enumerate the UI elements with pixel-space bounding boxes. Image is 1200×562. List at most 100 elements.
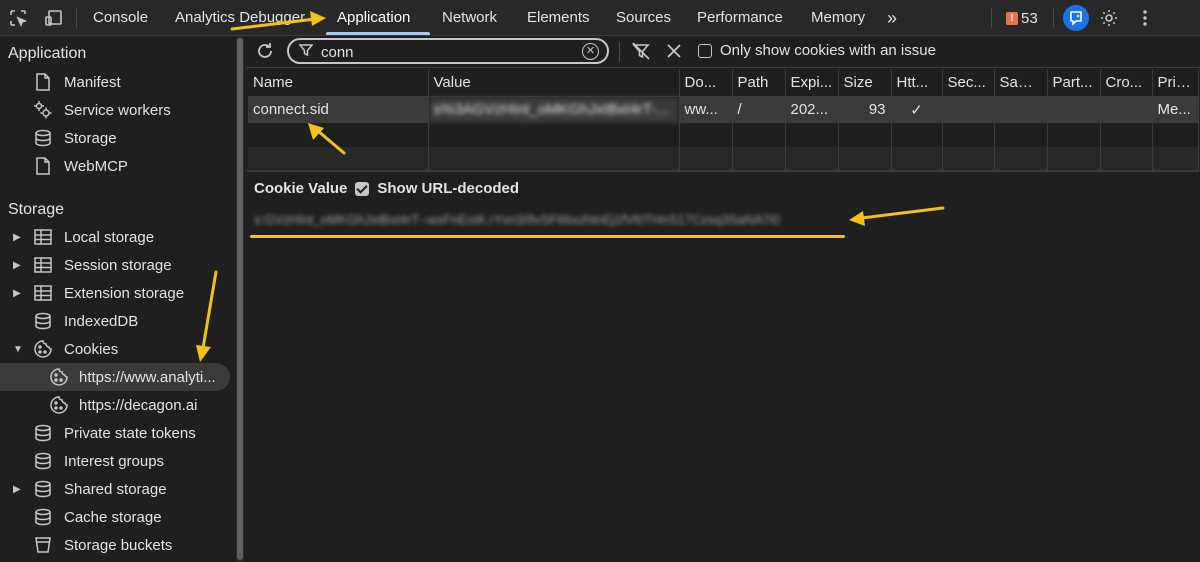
- sidebar-item-cookie-analytics[interactable]: https://www.analyti...: [0, 363, 236, 391]
- sidebar-item-shared-storage[interactable]: ▶ Shared storage: [0, 475, 236, 503]
- sidebar-item-cookies[interactable]: ▼ Cookies: [0, 335, 236, 363]
- column-header-httponly[interactable]: Htt...: [891, 69, 943, 97]
- expand-triangle-icon[interactable]: ▶: [13, 288, 21, 299]
- annotation-underline: [250, 235, 845, 238]
- table-header-row: Name Value Do... Path Expi... Size Htt..…: [248, 69, 1199, 97]
- table-row[interactable]: connect.sid s%3AGVzHInt_oMKGhJxtBxt4rT-.…: [248, 96, 1199, 123]
- tab-performance[interactable]: Performance: [697, 0, 783, 36]
- clear-filter-icon[interactable]: ✕: [582, 43, 599, 60]
- tab-console[interactable]: Console: [93, 0, 148, 36]
- sidebar-item-label: https://decagon.ai: [79, 396, 198, 414]
- only-issues-checkbox-row[interactable]: Only show cookies with an issue: [698, 42, 936, 59]
- sidebar-item-local-storage[interactable]: ▶ Local storage: [0, 223, 236, 251]
- column-header-name[interactable]: Name: [248, 69, 429, 97]
- refresh-icon[interactable]: [253, 39, 277, 63]
- column-header-priority[interactable]: Prio...: [1152, 69, 1199, 97]
- column-header-partition[interactable]: Part...: [1047, 69, 1101, 97]
- devtools-tab-bar: Console Analytics Debugger Application N…: [0, 0, 1200, 36]
- sidebar-item-label: Extension storage: [64, 284, 185, 302]
- active-tab-indicator: [326, 32, 430, 35]
- sidebar-item-manifest[interactable]: Manifest: [0, 68, 236, 96]
- sidebar-item-service-workers[interactable]: Service workers: [0, 96, 236, 124]
- sidebar-item-cookie-decagon[interactable]: https://decagon.ai: [0, 391, 236, 419]
- column-header-secure[interactable]: Sec...: [942, 69, 995, 97]
- cell-cross-site: [1100, 96, 1153, 123]
- gears-icon: [33, 100, 53, 120]
- cell-path: /: [732, 96, 786, 123]
- issues-count: 53: [1021, 9, 1038, 27]
- column-header-size[interactable]: Size: [838, 69, 892, 97]
- column-header-domain[interactable]: Do...: [679, 69, 733, 97]
- cell-partition: [1047, 96, 1101, 123]
- sidebar-scrollbar[interactable]: [236, 36, 244, 562]
- settings-gear-icon[interactable]: [1097, 6, 1121, 30]
- cell-samesite: [994, 96, 1048, 123]
- sidebar-item-session-storage[interactable]: ▶ Session storage: [0, 251, 236, 279]
- more-options-icon[interactable]: [1133, 6, 1157, 30]
- tab-application[interactable]: Application: [337, 0, 410, 36]
- cell-size: 93: [838, 96, 892, 123]
- cookie-icon: [33, 339, 53, 359]
- tab-network[interactable]: Network: [442, 0, 497, 36]
- sidebar-item-storage-buckets[interactable]: Storage buckets: [0, 531, 236, 559]
- cell-expires: 202...: [785, 96, 839, 123]
- scrollbar-thumb[interactable]: [237, 38, 243, 560]
- cookies-panel: ✕ Only show cookies with an issue Name V…: [246, 36, 1200, 562]
- sidebar-item-private-state-tokens[interactable]: Private state tokens: [0, 419, 236, 447]
- tab-sources[interactable]: Sources: [616, 0, 671, 36]
- cookies-table: Name Value Do... Path Expi... Size Htt..…: [248, 69, 1199, 172]
- database-icon: [33, 128, 53, 148]
- cookie-value-divider: [246, 170, 1200, 171]
- only-issues-checkbox[interactable]: [698, 43, 712, 58]
- column-header-expires[interactable]: Expi...: [785, 69, 839, 97]
- expand-triangle-icon[interactable]: ▶: [13, 484, 21, 495]
- inspect-element-icon[interactable]: [6, 6, 30, 30]
- filter-funnel-icon: [298, 43, 314, 61]
- document-icon: [33, 156, 53, 176]
- cookie-value-title: Cookie Value: [254, 180, 348, 197]
- show-url-decoded-label: Show URL-decoded: [377, 180, 520, 197]
- cookie-value-text[interactable]: s:GVzHInt_oMKGhJxtBxt4rT--wxFnEoiK.rYxn3…: [254, 212, 780, 227]
- sidebar-item-indexeddb[interactable]: IndexedDB: [0, 307, 236, 335]
- document-icon: [33, 72, 53, 92]
- clear-filtered-cookies-icon[interactable]: [629, 39, 653, 63]
- column-header-cross-site[interactable]: Cro...: [1100, 69, 1153, 97]
- sidebar-item-webmcp[interactable]: WebMCP: [0, 152, 236, 180]
- database-icon: [33, 451, 53, 471]
- sidebar-item-label: Service workers: [64, 101, 171, 119]
- only-issues-label: Only show cookies with an issue: [720, 42, 936, 59]
- show-url-decoded-checkbox[interactable]: [355, 181, 370, 196]
- tab-analytics-debugger[interactable]: Analytics Debugger: [175, 0, 305, 36]
- database-icon: [33, 507, 53, 527]
- sidebar-item-label: Session storage: [64, 256, 172, 274]
- sidebar-item-extension-storage[interactable]: ▶ Extension storage: [0, 279, 236, 307]
- delete-all-cookies-icon[interactable]: [662, 39, 686, 63]
- bucket-icon: [33, 535, 53, 555]
- sidebar-item-interest-groups[interactable]: Interest groups: [0, 447, 236, 475]
- table-grid-icon: [33, 227, 53, 247]
- more-tabs-icon[interactable]: »: [887, 0, 897, 36]
- ai-assistance-icon[interactable]: [1063, 5, 1089, 31]
- filter-input[interactable]: [321, 42, 571, 62]
- sidebar-item-label: Local storage: [64, 228, 155, 246]
- expand-triangle-icon[interactable]: ▶: [13, 232, 21, 243]
- cookie-icon: [49, 367, 69, 387]
- sidebar-item-storage[interactable]: Storage: [0, 124, 236, 152]
- filter-box[interactable]: ✕: [287, 38, 609, 64]
- sidebar-item-label: Cache storage: [64, 508, 162, 526]
- issues-badge[interactable]: ! 53: [1006, 8, 1038, 28]
- column-header-path[interactable]: Path: [732, 69, 786, 97]
- cell-httponly: ✓: [891, 96, 943, 123]
- sidebar-item-label: Shared storage: [64, 480, 167, 498]
- column-header-samesite[interactable]: Sam...: [994, 69, 1048, 97]
- tab-memory[interactable]: Memory: [811, 0, 865, 36]
- toolbar-separator: [1053, 8, 1054, 28]
- sidebar-item-cache-storage[interactable]: Cache storage: [0, 503, 236, 531]
- tab-elements[interactable]: Elements: [527, 0, 590, 36]
- cell-priority: Me...: [1152, 96, 1199, 123]
- cookie-value-header: Cookie Value Show URL-decoded: [254, 180, 519, 197]
- expand-triangle-icon[interactable]: ▶: [13, 260, 21, 271]
- column-header-value[interactable]: Value: [428, 69, 680, 97]
- device-toolbar-icon[interactable]: [42, 6, 66, 30]
- collapse-triangle-icon[interactable]: ▼: [13, 344, 23, 355]
